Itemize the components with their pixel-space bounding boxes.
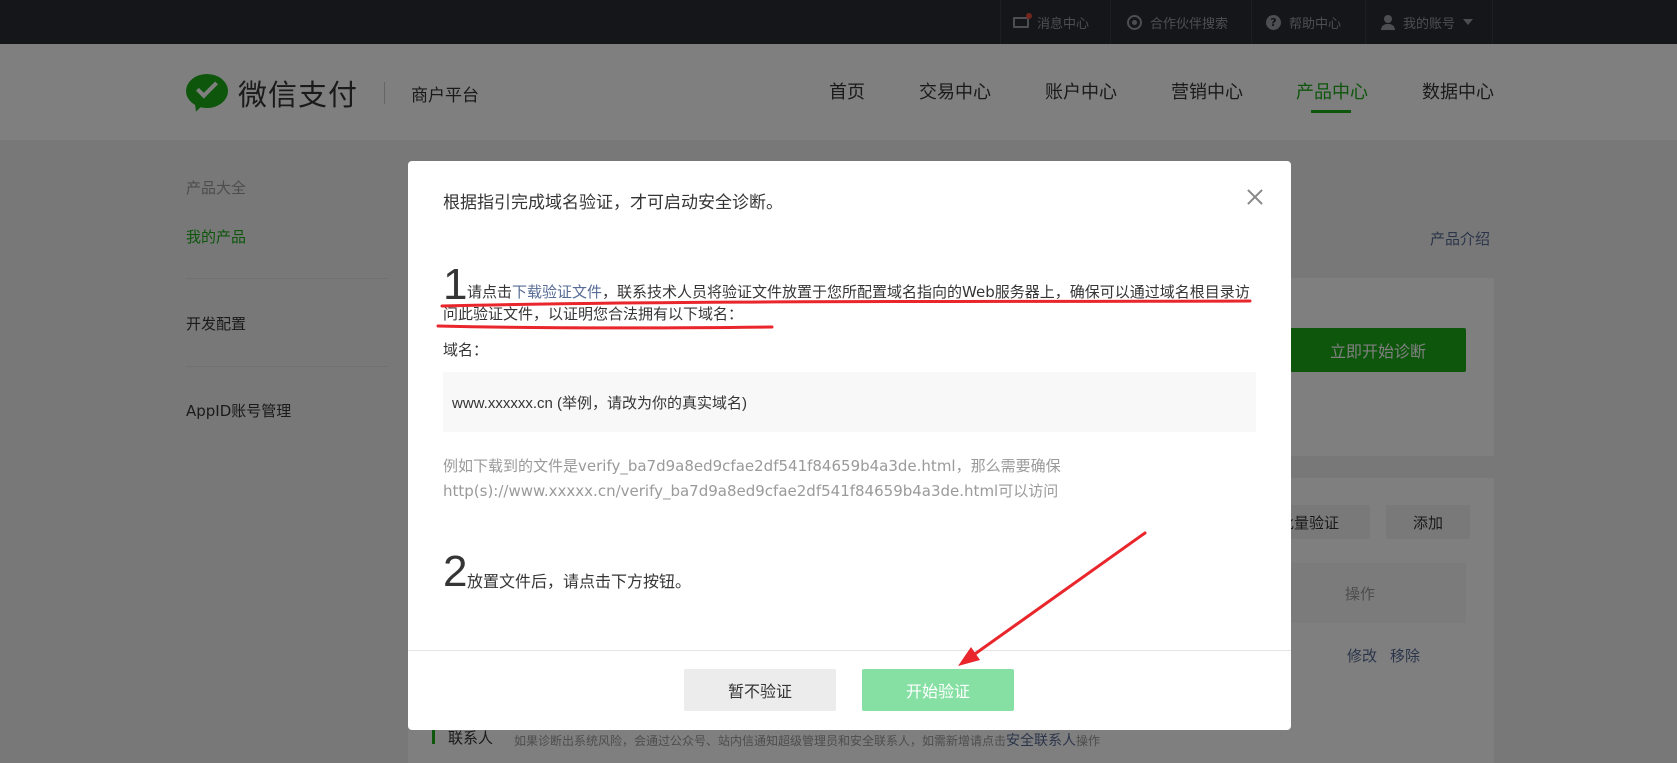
- close-icon[interactable]: [1245, 187, 1265, 207]
- step-2-instructions: 放置文件后，请点击下方按钮。: [467, 572, 692, 591]
- step-2-number: 2: [443, 547, 468, 596]
- step-1-prefix: 请点击: [467, 283, 513, 301]
- example-line-1: 例如下载到的文件是verify_ba7d9a8ed9cfae2df541f846…: [443, 457, 1061, 475]
- domain-verify-dialog: 根据指引完成域名验证，才可启动安全诊断。 1 请点击下载验证文件，联系技术人员将…: [408, 161, 1291, 730]
- example-note: 例如下载到的文件是verify_ba7d9a8ed9cfae2df541f846…: [443, 454, 1256, 504]
- download-verify-file-link[interactable]: 下载验证文件: [512, 283, 602, 301]
- domain-value-box: www.xxxxxx.cn (举例，请改为你的真实域名): [443, 372, 1256, 432]
- example-line-2: http(s)://www.xxxxx.cn/verify_ba7d9a8ed9…: [443, 482, 1059, 500]
- domain-label: 域名：: [443, 341, 489, 359]
- skip-verify-button[interactable]: 暂不验证: [684, 669, 836, 711]
- step-1-instructions: 请点击下载验证文件，联系技术人员将验证文件放置于您所配置域名指向的Web服务器上…: [443, 281, 1263, 325]
- dialog-title: 根据指引完成域名验证，才可启动安全诊断。: [443, 193, 783, 213]
- dialog-footer-divider: [408, 650, 1291, 651]
- start-verify-button[interactable]: 开始验证: [862, 669, 1014, 711]
